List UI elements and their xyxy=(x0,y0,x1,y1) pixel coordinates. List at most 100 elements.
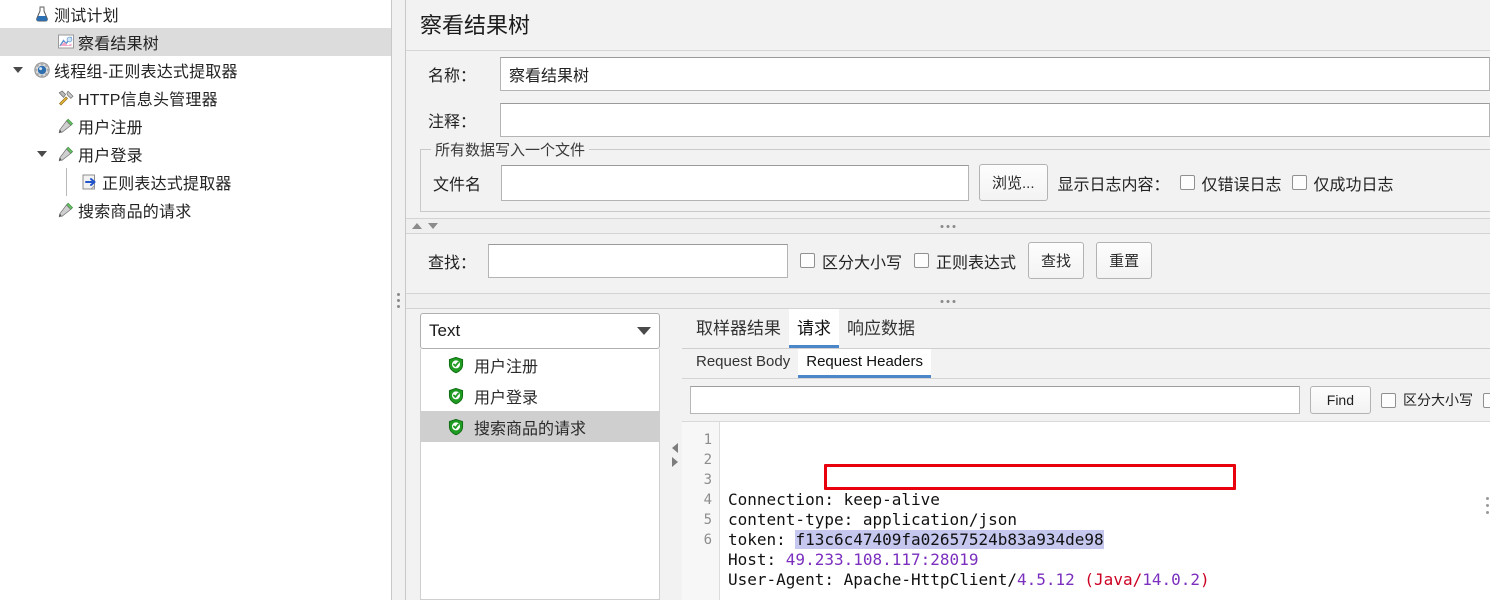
chevron-down-icon[interactable] xyxy=(6,67,30,73)
tree-content-splitter[interactable] xyxy=(392,0,406,600)
thread-group-icon xyxy=(30,61,54,79)
name-input[interactable] xyxy=(500,57,1490,91)
browse-button[interactable]: 浏览... xyxy=(979,164,1048,201)
collapse-up-icon[interactable] xyxy=(412,223,422,229)
code-line: User-Agent: Apache-HttpClient/4.5.12 (Ja… xyxy=(728,570,1490,590)
tree-item-label: 搜索商品的请求 xyxy=(78,204,192,221)
splitter-arrows[interactable] xyxy=(406,223,438,229)
http-sampler-icon xyxy=(54,201,78,219)
search-regex-checkbox[interactable] xyxy=(914,253,930,268)
headers-code-text[interactable]: Connection: keep-alive content-type: appl… xyxy=(720,422,1490,600)
tree-item-7[interactable]: 搜索商品的请求 xyxy=(0,196,391,224)
renderer-select-value: Text xyxy=(429,321,461,340)
main-tabstrip[interactable]: 取样器结果 请求 响应数据 xyxy=(682,309,1490,349)
view-results-tree-panel: 察看结果树 名称： 注释： 所有数据写入一个文件 文件名 浏览... 显示日志内… xyxy=(406,0,1490,600)
tree-item-3[interactable]: HTTP信息头管理器 xyxy=(0,84,391,112)
tree-item-label: 用户登录 xyxy=(78,148,143,165)
code-segment: Connection: keep-alive xyxy=(728,490,940,509)
tree-item-label: 测试计划 xyxy=(54,8,119,25)
code-segment: 14.0.2 xyxy=(1142,570,1201,589)
tree-item-6[interactable]: 正则表达式提取器 xyxy=(0,168,391,196)
tab-1[interactable]: Request Headers xyxy=(798,349,931,378)
code-segment: 49.233.108.117:28019 xyxy=(785,550,979,569)
tab-0[interactable]: 取样器结果 xyxy=(688,309,789,348)
line-number: 6 xyxy=(703,532,712,548)
chevron-down-icon[interactable] xyxy=(37,151,47,157)
results-tabs-splitter[interactable] xyxy=(668,309,682,600)
errors-only-checkbox[interactable] xyxy=(1179,175,1195,190)
tree-item-1[interactable]: 察看结果树 xyxy=(0,28,391,56)
tree-item-label: 用户注册 xyxy=(78,120,143,137)
find-button[interactable]: Find xyxy=(1309,386,1371,414)
code-segment: content-type: application/json xyxy=(728,510,1017,529)
tree-item-4[interactable]: 用户注册 xyxy=(0,112,391,140)
lower-horizontal-splitter[interactable] xyxy=(406,293,1490,309)
tree-item-5[interactable]: 用户登录 xyxy=(0,140,391,168)
search-case-sensitive-label: 区分大小写 xyxy=(822,254,903,272)
results-area: Text 用户注册用户登录搜索商品的请求 取样器结果 请求 响应数据 Request… xyxy=(406,309,1490,600)
success-only-checkbox[interactable] xyxy=(1291,175,1307,190)
view-results-tree-icon xyxy=(54,33,78,51)
chevron-down-icon[interactable] xyxy=(30,151,54,157)
tree-item-2[interactable]: 线程组-正则表达式提取器 xyxy=(0,56,391,84)
test-plan-tree[interactable]: 测试计划察看结果树线程组-正则表达式提取器 HTTP信息头管理器用户注册用户登录正… xyxy=(0,0,392,600)
list-item-label: 搜索商品的请求 xyxy=(474,420,587,438)
name-field-row: 名称： xyxy=(406,51,1490,97)
line-number-gutter: 1 2 3 4 5 6 xyxy=(682,422,720,600)
sampler-results-column: Text 用户注册用户登录搜索商品的请求 xyxy=(406,309,668,600)
line-number: 4 xyxy=(703,492,712,508)
find-input[interactable] xyxy=(690,386,1300,414)
code-segment: ) xyxy=(1200,570,1210,589)
search-button[interactable]: 查找 xyxy=(1028,242,1085,279)
comment-field-row: 注释： xyxy=(406,97,1490,143)
tab-2[interactable]: 响应数据 xyxy=(839,309,923,348)
regex-extractor-icon xyxy=(78,173,102,191)
sub-tabstrip[interactable]: Request Body Request Headers xyxy=(682,349,1490,379)
search-case-sensitive-wrap[interactable]: 区分大小写 xyxy=(800,249,902,273)
collapse-left-icon[interactable] xyxy=(672,442,678,453)
search-case-sensitive-checkbox[interactable] xyxy=(800,253,816,268)
scroll-grip-icon[interactable] xyxy=(1486,497,1489,514)
reset-button[interactable]: 重置 xyxy=(1096,242,1153,279)
chevron-down-icon[interactable] xyxy=(13,67,23,73)
find-extra-checkbox[interactable] xyxy=(1483,392,1490,408)
code-segment: User-Agent: Apache-HttpClient/ xyxy=(728,570,1017,589)
token-highlight-box xyxy=(824,464,1236,490)
comment-input[interactable] xyxy=(500,103,1490,137)
renderer-select[interactable]: Text xyxy=(420,313,660,349)
line-number: 3 xyxy=(703,472,712,488)
code-line: Connection: keep-alive xyxy=(728,490,1490,510)
success-shield-icon xyxy=(447,387,465,405)
request-headers-view[interactable]: 1 2 3 4 5 6 Connection: keep-alive content-typ… xyxy=(682,421,1490,600)
line-number: 2 xyxy=(703,452,712,468)
list-item[interactable]: 用户登录 xyxy=(421,380,659,411)
success-shield-icon xyxy=(447,356,465,374)
sampler-result-list[interactable]: 用户注册用户登录搜索商品的请求 xyxy=(420,349,660,600)
upper-horizontal-splitter[interactable] xyxy=(406,218,1490,234)
tree-item-label: 察看结果树 xyxy=(78,36,160,53)
splitter-grip-icon xyxy=(940,299,956,303)
list-item-label: 用户注册 xyxy=(474,358,539,376)
name-label: 名称： xyxy=(428,68,477,85)
list-item[interactable]: 用户注册 xyxy=(421,349,659,380)
request-detail-column: 取样器结果 请求 响应数据 Request Body Request Headers … xyxy=(682,309,1490,600)
collapse-down-icon[interactable] xyxy=(428,223,438,229)
tab-1[interactable]: 请求 xyxy=(789,309,839,348)
success-only-checkbox-wrap[interactable]: 仅成功日志 xyxy=(1291,171,1394,195)
chevron-down-icon xyxy=(637,327,651,335)
find-case-sensitive-wrap[interactable]: 区分大小写 xyxy=(1381,390,1473,410)
find-case-sensitive-checkbox[interactable] xyxy=(1381,392,1396,408)
page-title: 察看结果树 xyxy=(406,0,1490,51)
list-item[interactable]: 搜索商品的请求 xyxy=(421,411,659,442)
tab-0[interactable]: Request Body xyxy=(688,349,798,378)
tree-item-label: 正则表达式提取器 xyxy=(102,176,232,193)
search-regex-label: 正则表达式 xyxy=(936,254,1017,272)
search-input[interactable] xyxy=(488,243,789,278)
filename-input[interactable] xyxy=(501,164,969,201)
line-number: 5 xyxy=(703,512,712,528)
search-regex-wrap[interactable]: 正则表达式 xyxy=(914,249,1016,273)
collapse-right-icon[interactable] xyxy=(672,456,678,467)
errors-only-checkbox-wrap[interactable]: 仅错误日志 xyxy=(1179,171,1282,195)
tree-item-0[interactable]: 测试计划 xyxy=(0,0,391,28)
log-display-label: 显示日志内容： xyxy=(1057,176,1170,194)
